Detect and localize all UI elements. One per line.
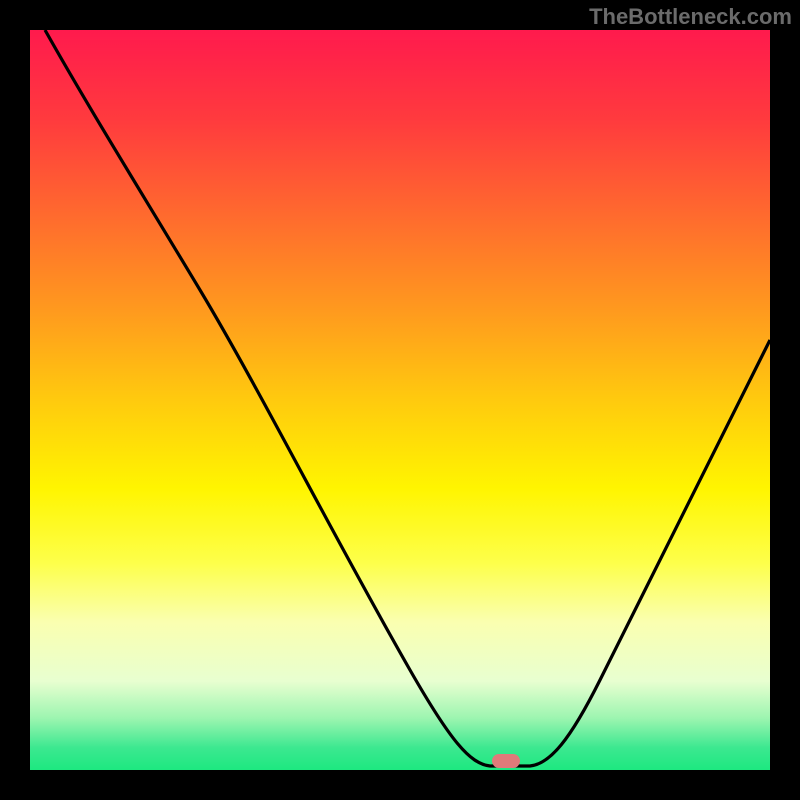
plot-area [30,30,770,770]
watermark-text: TheBottleneck.com [589,4,792,30]
optimal-marker [492,754,520,768]
chart-container: TheBottleneck.com [0,0,800,800]
bottleneck-curve [30,30,770,770]
curve-path [45,30,770,766]
